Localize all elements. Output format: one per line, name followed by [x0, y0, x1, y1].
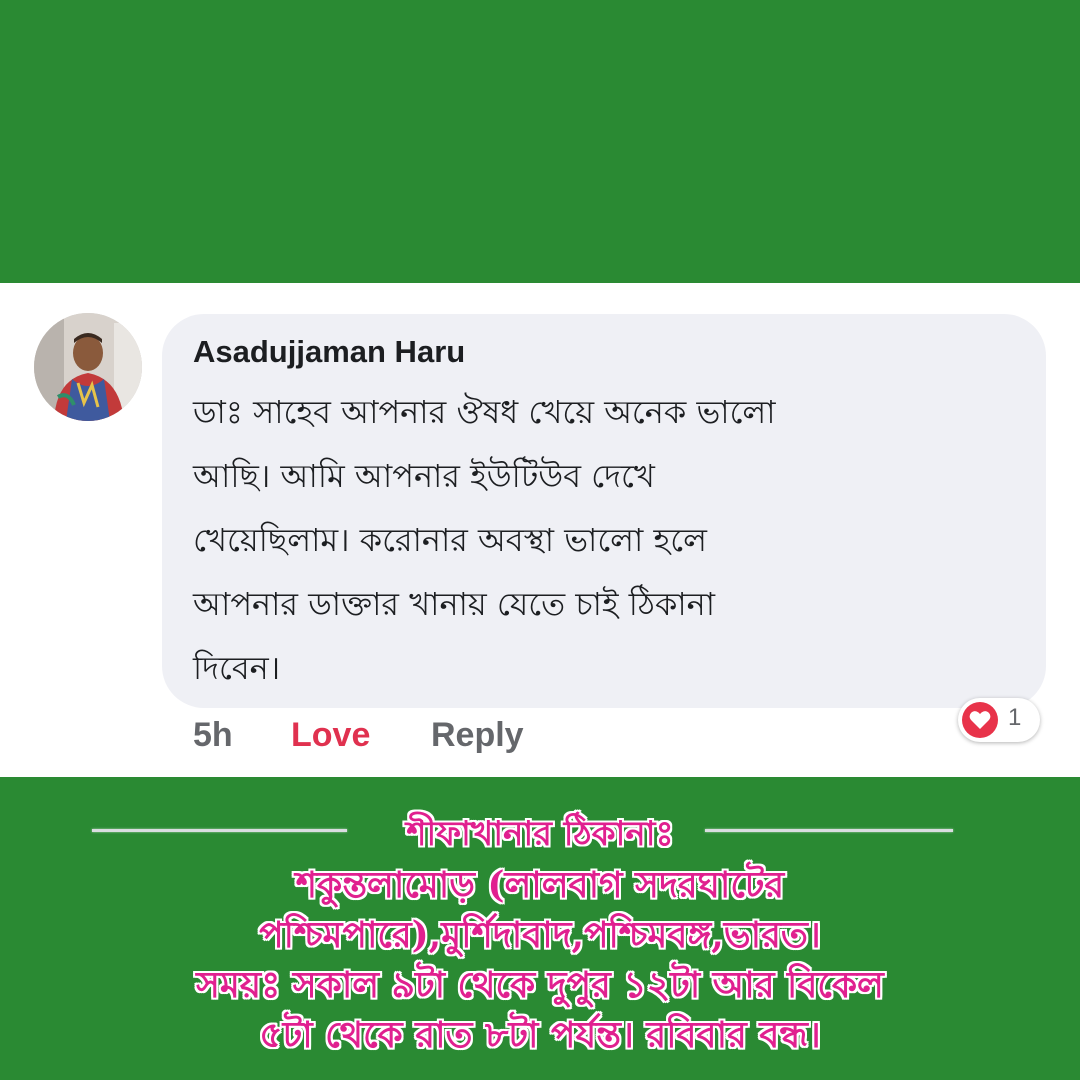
love-button[interactable]: Love: [291, 716, 431, 755]
reply-button[interactable]: Reply: [431, 716, 524, 755]
reaction-summary[interactable]: 1: [958, 698, 1040, 742]
comment-line: খেয়েছিলাম। করোনার অবস্থা ভালো হলে: [193, 521, 707, 559]
reaction-count: 1: [1008, 704, 1022, 731]
comment-timestamp[interactable]: 5h: [193, 716, 291, 755]
comment-line: দিবেন।: [193, 649, 281, 687]
heart-icon: [962, 702, 998, 738]
comment-text: ডাঃ সাহেব আপনার ঔষধ খেয়ে অনেক ভালো আছি।…: [193, 380, 1013, 700]
hours-line: ৫টা থেকে রাত ৮টা পর্যন্ত। রবিবার বন্ধ।: [259, 1014, 821, 1056]
avatar-photo: [34, 313, 142, 421]
avatar[interactable]: [34, 313, 142, 421]
comment-line: আছি। আমি আপনার ইউটিউব দেখে: [193, 457, 655, 495]
comment-actions: 5h Love Reply: [193, 716, 524, 760]
top-green-band: [0, 0, 1080, 283]
comment-line: ডাঃ সাহেব আপনার ঔষধ খেয়ে অনেক ভালো: [193, 393, 776, 431]
comment-author[interactable]: Asadujjaman Haru: [193, 334, 465, 370]
comment-line: আপনার ডাক্তার খানায় যেতে চাই ঠিকানা: [193, 585, 715, 623]
address-title: শীফাখানার ঠিকানাঃ: [406, 814, 674, 854]
